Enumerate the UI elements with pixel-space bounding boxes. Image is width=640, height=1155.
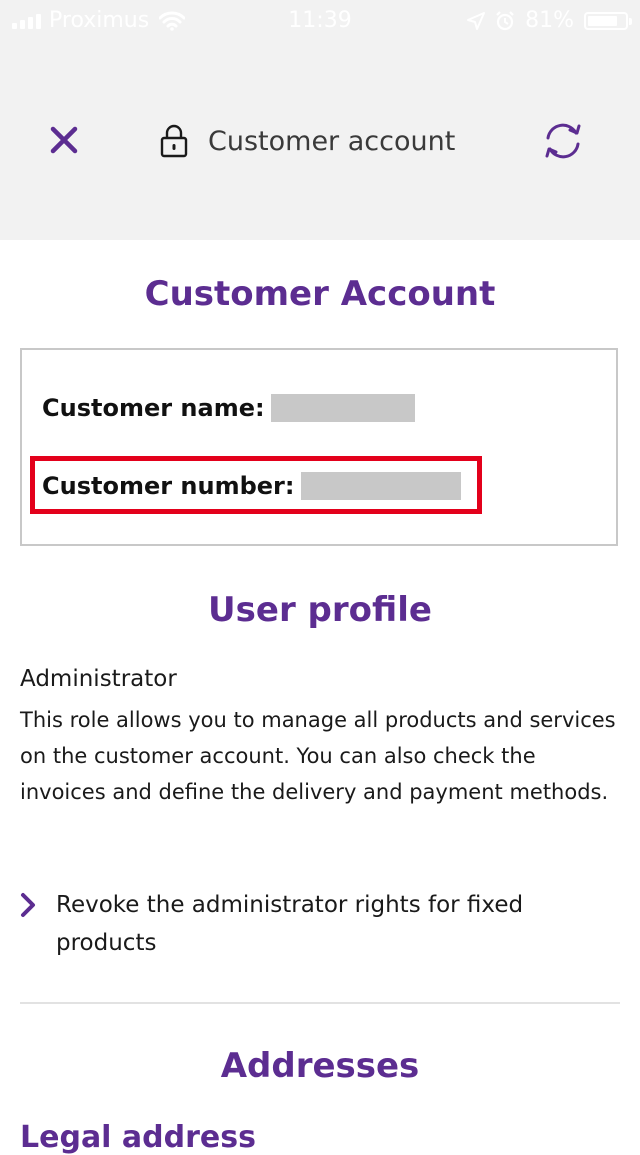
chevron-right-icon — [21, 893, 35, 917]
nav-title: Customer account — [160, 120, 455, 162]
customer-account-card: Customer name: Customer number: — [20, 348, 618, 546]
section-divider — [20, 1002, 620, 1004]
revoke-admin-rights-link[interactable]: Revoke the administrator rights for fixe… — [18, 886, 618, 962]
revoke-admin-rights-text: Revoke the administrator rights for fixe… — [56, 892, 524, 956]
nav-title-text: Customer account — [208, 125, 456, 157]
close-button[interactable] — [44, 120, 84, 160]
addresses-heading: Addresses — [220, 1046, 420, 1086]
refresh-icon — [545, 123, 581, 159]
customer-name-row: Customer name: — [42, 394, 415, 422]
battery-icon — [584, 11, 632, 30]
status-bar: Proximus 11:39 81% — [0, 0, 640, 40]
customer-name-redacted — [270, 394, 415, 422]
alarm-icon — [496, 10, 514, 30]
top-app-bar: Proximus 11:39 81% Customer account — [0, 0, 640, 240]
status-right: 81% — [467, 8, 632, 33]
refresh-button[interactable] — [540, 118, 586, 164]
user-profile-heading: User profile — [208, 590, 432, 630]
legal-address-heading: Legal address — [20, 1120, 256, 1155]
lock-icon — [160, 124, 188, 158]
role-name: Administrator — [20, 666, 177, 692]
role-description: This role allows you to manage all produ… — [20, 708, 616, 804]
customer-number-highlight — [30, 456, 482, 514]
location-arrow-icon — [467, 11, 486, 30]
battery-level — [588, 15, 618, 26]
customer-name-label: Customer name: — [42, 394, 265, 422]
battery-percent: 81% — [525, 8, 574, 33]
customer-account-heading: Customer Account — [144, 274, 496, 314]
close-x-icon — [50, 126, 78, 154]
